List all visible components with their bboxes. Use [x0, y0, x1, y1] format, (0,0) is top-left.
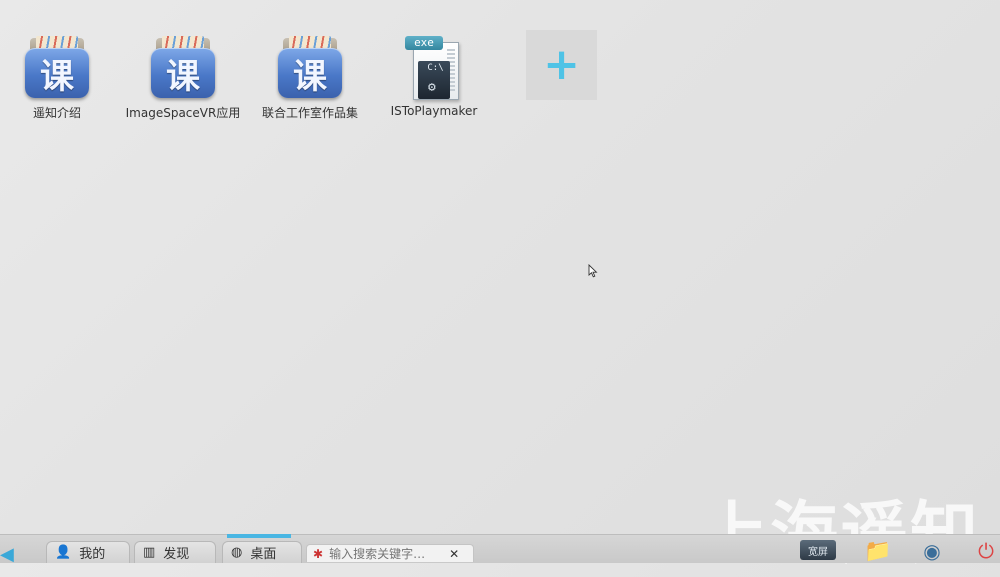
desktop-icon-studio-portfolio[interactable]: 课 联合工作室作品集: [250, 36, 370, 121]
desktop-icon-yaozhi-intro[interactable]: 课 遥知介绍: [0, 36, 117, 121]
search-input[interactable]: [329, 546, 448, 561]
add-app-button[interactable]: +: [526, 30, 597, 100]
tab-discover[interactable]: ▥ 发现: [134, 541, 216, 563]
tab-mine[interactable]: 👤 我的: [46, 541, 130, 563]
desktop-icon-istoplaymaker[interactable]: C:\ ⚙ exe ISToPlaymaker: [374, 36, 494, 118]
gear-icon: ⚙: [428, 80, 436, 95]
power-icon[interactable]: ⏻: [972, 539, 1000, 563]
folder-icon[interactable]: 📁: [856, 539, 900, 564]
plus-icon: +: [543, 39, 580, 90]
tab-label: 发现: [163, 547, 190, 562]
screen-label: 宽屏: [808, 546, 828, 558]
tab-label: 桌面: [250, 547, 277, 562]
desktop-globe-icon: ◍: [231, 545, 243, 560]
active-tab-indicator: [227, 534, 291, 538]
desktop-icon-imagespacevr[interactable]: 课 ImageSpaceVR应用: [123, 36, 243, 121]
search-box[interactable]: ✱ ✕: [306, 544, 474, 562]
book-icon: ▥: [143, 545, 156, 560]
course-folder-icon: 课: [150, 36, 216, 102]
back-arrow-icon[interactable]: ◀: [0, 546, 24, 564]
disc-icon[interactable]: ◉: [914, 539, 950, 563]
compass-icon: ✱: [313, 546, 324, 561]
exe-file-icon: C:\ ⚙ exe: [401, 36, 467, 102]
tab-desktop[interactable]: ◍ 桌面: [222, 541, 302, 563]
desktop-icon-label: ISToPlaymaker: [390, 104, 478, 118]
mouse-cursor-icon: [588, 264, 598, 278]
desktop-icon-label: 遥知介绍: [32, 106, 81, 120]
desktop-icon-label: 联合工作室作品集: [261, 106, 358, 120]
widescreen-button[interactable]: 宽屏: [800, 540, 836, 560]
desktop-icon-label: ImageSpaceVR应用: [125, 106, 241, 120]
course-folder-icon: 课: [24, 36, 90, 102]
course-folder-icon: 课: [277, 36, 343, 102]
tab-label: 我的: [79, 547, 106, 562]
user-icon: 👤: [55, 545, 72, 560]
close-icon[interactable]: ✕: [449, 547, 459, 561]
taskbar: ◀ 👤 我的 ▥ 发现 ◍ 桌面: [0, 534, 1000, 564]
terminal-icon: C:\ ⚙: [418, 61, 450, 99]
